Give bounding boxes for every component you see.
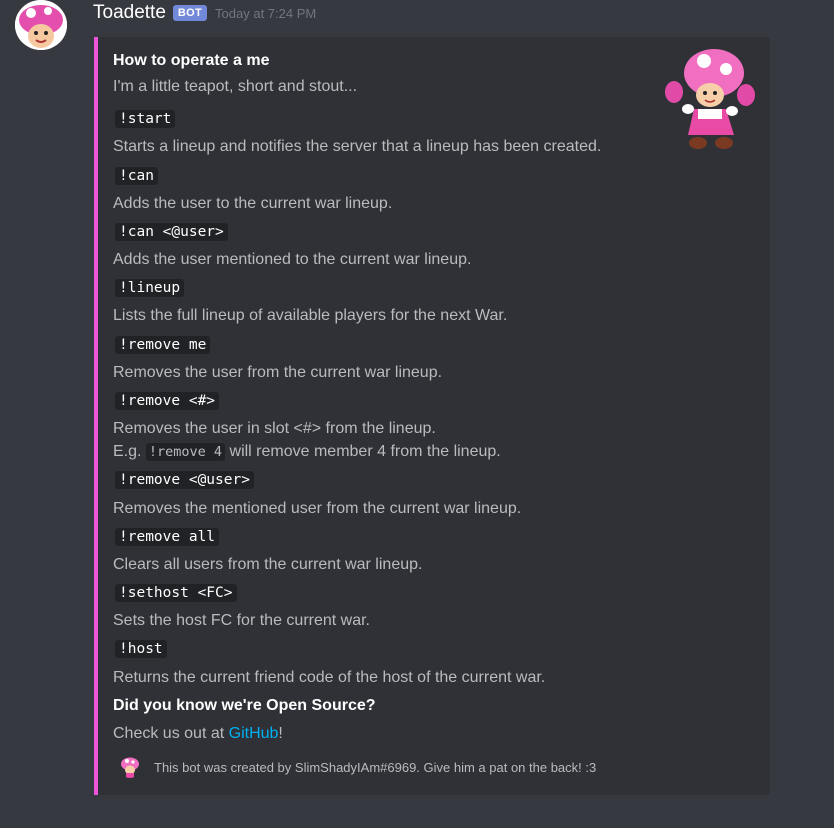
command-lineup: !lineup bbox=[115, 279, 185, 297]
command-remove-all: !remove all bbox=[115, 528, 220, 546]
bot-tag: BOT bbox=[172, 5, 208, 21]
command-sethost: !sethost <FC> bbox=[115, 584, 237, 602]
command-sethost-desc: Sets the host FC for the current war. bbox=[113, 612, 370, 629]
footer-text: This bot was created by SlimShadyIAm#696… bbox=[154, 759, 597, 775]
embed-description: I'm a little teapot, short and stout... bbox=[113, 78, 358, 95]
command-can-user-desc: Adds the user mentioned to the current w… bbox=[113, 251, 472, 268]
command-can-desc: Adds the user to the current war lineup. bbox=[113, 195, 393, 212]
command-remove-me: !remove me bbox=[115, 336, 211, 354]
command-host: !host bbox=[115, 640, 167, 658]
message-header: Toadette BOT Today at 7:24 PM bbox=[93, 0, 316, 26]
command-host-desc: Returns the current friend code of the h… bbox=[113, 669, 546, 686]
example-prefix: E.g. bbox=[113, 443, 146, 460]
author-name[interactable]: Toadette bbox=[93, 2, 166, 24]
open-source-suffix: ! bbox=[278, 725, 283, 742]
command-remove-user-desc: Removes the mentioned user from the curr… bbox=[113, 500, 522, 517]
example-code: !remove 4 bbox=[145, 443, 226, 461]
embed-title: How to operate a me bbox=[113, 52, 270, 69]
open-source-text: Check us out at GitHub! bbox=[113, 725, 283, 743]
command-remove-slot: !remove <#> bbox=[115, 392, 220, 410]
toadette-thumbnail-image[interactable] bbox=[664, 47, 756, 151]
embed: How to operate a me I'm a little teapot,… bbox=[94, 37, 770, 795]
command-lineup-desc: Lists the full lineup of available playe… bbox=[113, 307, 508, 324]
command-can: !can bbox=[115, 167, 158, 185]
timestamp: Today at 7:24 PM bbox=[215, 5, 317, 21]
command-can-user: !can <@user> bbox=[115, 223, 228, 241]
command-remove-slot-desc: Removes the user in slot <#> from the li… bbox=[113, 420, 436, 437]
command-start-desc: Starts a lineup and notifies the server … bbox=[113, 138, 602, 155]
toadette-footer-icon bbox=[119, 756, 141, 778]
command-remove-slot-example: E.g. !remove 4 will remove member 4 from… bbox=[113, 443, 501, 461]
toadette-avatar-icon[interactable] bbox=[15, 0, 67, 50]
embed-footer: This bot was created by SlimShadyIAm#696… bbox=[119, 756, 596, 778]
command-start: !start bbox=[115, 110, 176, 128]
open-source-prefix: Check us out at bbox=[113, 725, 229, 742]
github-link[interactable]: GitHub bbox=[229, 725, 279, 742]
open-source-heading: Did you know we're Open Source? bbox=[113, 697, 376, 714]
command-remove-me-desc: Removes the user from the current war li… bbox=[113, 364, 443, 381]
example-suffix: will remove member 4 from the lineup. bbox=[225, 443, 501, 460]
command-remove-user: !remove <@user> bbox=[115, 471, 254, 489]
command-remove-all-desc: Clears all users from the current war li… bbox=[113, 556, 423, 573]
